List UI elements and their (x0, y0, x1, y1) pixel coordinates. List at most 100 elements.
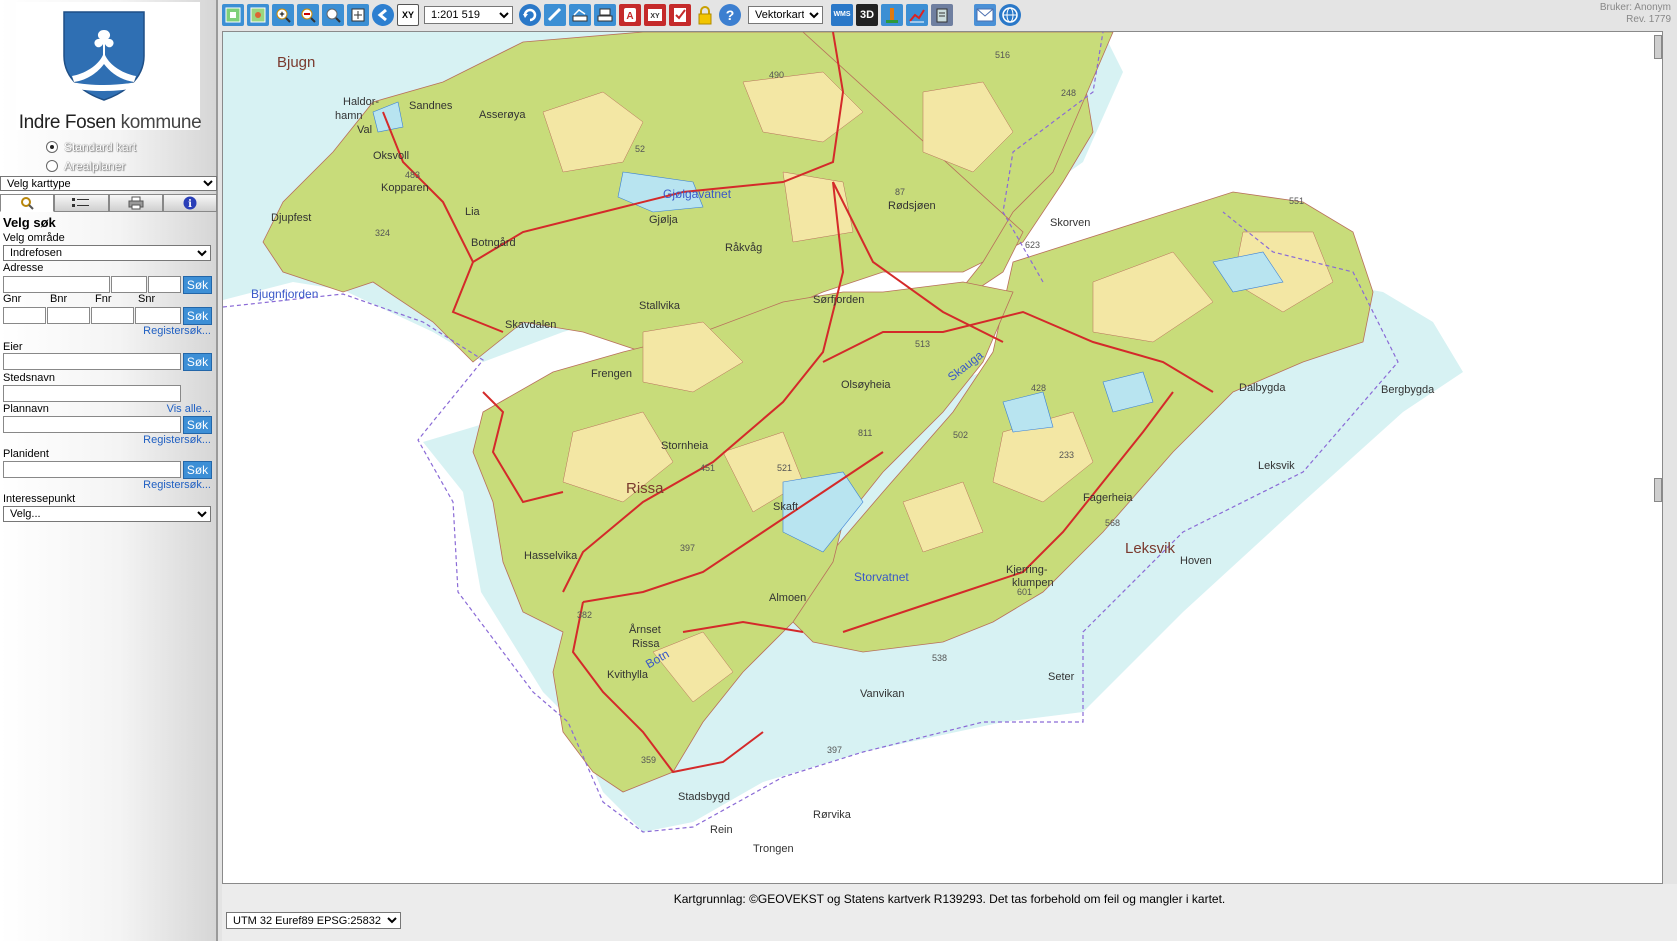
3d-button[interactable]: 3D (856, 3, 878, 26)
pan-east-handle[interactable] (1654, 478, 1662, 502)
svg-text:XY: XY (650, 13, 660, 20)
owner-input[interactable] (3, 353, 181, 370)
owner-label: Eier (3, 341, 23, 353)
3d-icon: 3D (859, 8, 875, 21)
map-type-toolbar-select[interactable]: Vektorkart (748, 5, 823, 24)
place-label: Rødsjøen (888, 200, 936, 212)
register-search-link[interactable]: Registersøk... (143, 325, 211, 337)
zoom-extent-button[interactable] (222, 3, 244, 26)
planname-search-button[interactable]: Søk (183, 416, 212, 434)
poi-select[interactable]: Velg... (3, 506, 211, 522)
address-letter-input[interactable] (148, 276, 181, 293)
wms-icon: WMS (833, 11, 851, 18)
radio-button-checked[interactable] (46, 141, 58, 153)
place-label: Djupfest (271, 212, 312, 224)
place-label: Botngård (471, 237, 516, 249)
area-select[interactable]: Indrefosen (3, 245, 211, 261)
place-label: Leksvik (1125, 540, 1176, 557)
address-search-button[interactable]: Søk (183, 276, 212, 294)
report-button[interactable] (931, 3, 953, 26)
height-label: 324 (375, 228, 391, 238)
fnr-input[interactable] (91, 307, 134, 324)
projection-select[interactable]: UTM 32 Euref89 EPSG:25832 (226, 912, 401, 929)
place-label: Bjugnfjorden (251, 287, 319, 301)
xy-point-button[interactable]: XY (644, 3, 666, 26)
snr-input[interactable] (135, 307, 181, 324)
place-label: hamn (335, 110, 363, 122)
height-label: 521 (777, 463, 793, 473)
property-search-button[interactable]: Søk (183, 307, 212, 325)
map-copyright: Kartgrunnlag: ©GEOVEKST og Statens kartv… (673, 892, 1226, 906)
map-canvas[interactable] (223, 32, 1663, 884)
map-view[interactable]: Bjugn Haldor- hamn Sandnes Asserøya Val … (222, 31, 1663, 884)
place-label: Stornheia (661, 440, 709, 452)
planid-input[interactable] (3, 461, 181, 478)
zoom-box-button[interactable] (322, 3, 344, 26)
help-icon: ? (726, 7, 735, 23)
tab-search[interactable] (0, 194, 55, 212)
height-label: 397 (680, 543, 696, 553)
measure-line-button[interactable] (569, 3, 591, 26)
back-button[interactable] (372, 3, 394, 26)
placename-input[interactable] (3, 385, 181, 402)
user-name: Bruker: Anonym (1599, 2, 1671, 13)
zoom-in-button[interactable]: + (272, 3, 294, 26)
chart-icon (909, 8, 925, 22)
place-label: Skavdalen (505, 319, 557, 331)
zoom-out-button[interactable] (297, 3, 319, 26)
measure-button[interactable] (544, 3, 566, 26)
height-label: 483 (405, 170, 421, 180)
planname-label: Plannavn (3, 403, 49, 415)
height-label: 359 (641, 755, 657, 765)
planid-search-button[interactable]: Søk (183, 461, 212, 479)
xy-button[interactable]: XY (397, 3, 419, 26)
show-all-link[interactable]: Vis alle... (167, 403, 211, 415)
planname-input[interactable] (3, 416, 181, 433)
place-label: Vanvikan (860, 688, 905, 700)
tab-layers[interactable] (54, 194, 109, 212)
tab-info[interactable]: i (162, 194, 217, 212)
place-label: Oksvoll (373, 150, 410, 162)
bnr-input[interactable] (47, 307, 90, 324)
address-number-input[interactable] (111, 276, 147, 293)
height-label: 513 (915, 339, 931, 349)
lock-button[interactable] (694, 4, 716, 26)
gnr-input[interactable] (3, 307, 46, 324)
pan-button[interactable] (347, 3, 369, 26)
checklist-button[interactable] (669, 3, 691, 26)
place-label: Bjugn (277, 54, 316, 71)
place-label: Almoen (769, 592, 807, 604)
globe-button[interactable] (999, 3, 1021, 26)
radio-standard-map[interactable]: Standard kart (46, 139, 136, 155)
radio-area-plans[interactable]: Arealplaner (46, 158, 125, 174)
help-button[interactable]: ? (719, 3, 741, 26)
wms-button[interactable]: WMS (831, 3, 853, 26)
search-icon (21, 197, 34, 210)
zoom-out-icon (301, 8, 316, 23)
area-button[interactable]: A (619, 3, 641, 26)
report-icon (936, 8, 948, 22)
address-street-input[interactable] (3, 276, 110, 293)
mail-button[interactable] (974, 3, 996, 26)
height-label: 551 (1289, 196, 1305, 206)
register-search-link-3[interactable]: Registersøk... (143, 479, 211, 491)
height-label: 248 (1061, 88, 1077, 98)
coat-of-arms-icon (63, 11, 145, 101)
planid-label: Planident (3, 448, 49, 460)
refresh-button[interactable] (519, 3, 541, 26)
chart-button[interactable] (906, 3, 928, 26)
scale-select[interactable]: 1:201 519 (424, 5, 513, 24)
profile-button[interactable] (881, 3, 903, 26)
owner-search-button[interactable]: Søk (183, 353, 212, 371)
place-label: Årnset (629, 624, 661, 636)
radio-button[interactable] (46, 160, 58, 172)
measure-area-button[interactable] (594, 3, 616, 26)
revision: Rev. 1779 (1626, 14, 1671, 25)
zoom-full-button[interactable] (247, 3, 269, 26)
tab-print[interactable] (108, 194, 163, 212)
place-label: Sandnes (409, 100, 453, 112)
register-search-link-2[interactable]: Registersøk... (143, 434, 211, 446)
place-label: Lia (465, 206, 480, 218)
pan-north-handle[interactable] (1654, 35, 1662, 59)
map-type-select[interactable]: Velg karttype (0, 176, 217, 191)
